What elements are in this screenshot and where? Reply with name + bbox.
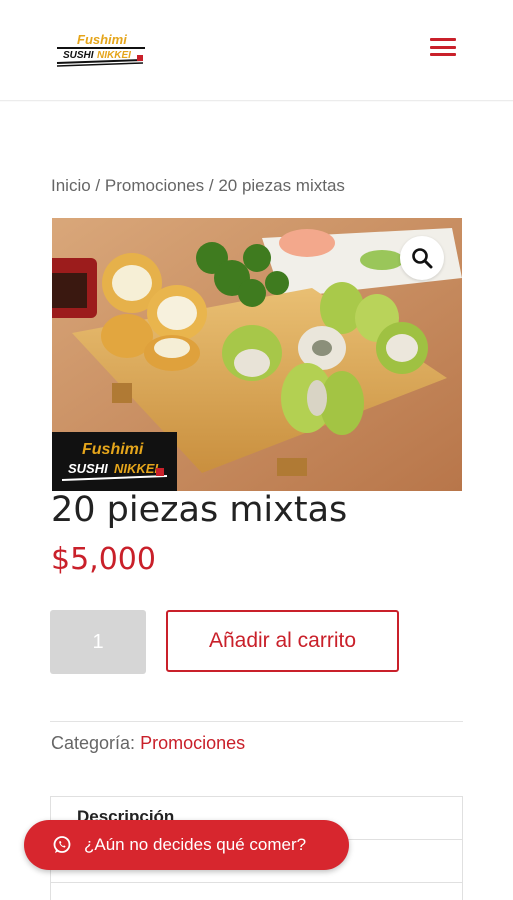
category-label: Categoría: xyxy=(51,733,136,753)
quantity-input[interactable] xyxy=(50,610,146,674)
svg-text:Fushimi: Fushimi xyxy=(82,441,144,458)
svg-text:Fushimi: Fushimi xyxy=(77,32,127,47)
breadcrumb-home[interactable]: Inicio xyxy=(51,176,91,195)
product-category: Categoría: Promociones xyxy=(51,733,245,754)
breadcrumb-separator: / xyxy=(95,176,101,195)
category-link[interactable]: Promociones xyxy=(140,733,245,753)
svg-text:NIKKEI: NIKKEI xyxy=(114,461,158,476)
whatsapp-icon xyxy=(52,835,72,855)
product-price: $5,000 xyxy=(51,542,156,577)
svg-text:SUSHI: SUSHI xyxy=(63,50,94,61)
chat-label: ¿Aún no decides qué comer? xyxy=(84,835,307,854)
svg-text:SUSHI: SUSHI xyxy=(68,461,108,476)
site-logo[interactable]: Fushimi SUSHI NIKKEI xyxy=(55,30,150,70)
breadcrumb-category[interactable]: Promociones xyxy=(105,176,204,195)
site-header: Fushimi SUSHI NIKKEI xyxy=(0,0,513,101)
breadcrumb: Inicio / Promociones / 20 piezas mixtas xyxy=(51,176,345,196)
product-title: 20 piezas mixtas xyxy=(51,490,348,530)
svg-text:NIKKEI: NIKKEI xyxy=(97,50,131,61)
breadcrumb-current: 20 piezas mixtas xyxy=(218,176,345,195)
magnifier-icon[interactable] xyxy=(400,236,444,280)
whatsapp-chat-button[interactable]: ¿Aún no decides qué comer? xyxy=(24,820,349,870)
hamburger-menu-icon[interactable] xyxy=(430,36,456,58)
divider xyxy=(50,721,463,722)
add-to-cart-button[interactable]: Añadir al carrito xyxy=(166,610,399,672)
breadcrumb-separator: / xyxy=(208,176,214,195)
